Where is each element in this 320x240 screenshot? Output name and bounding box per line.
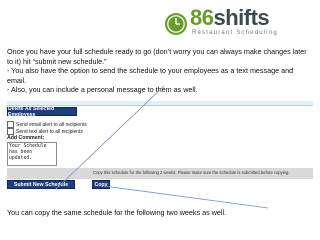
brand-tagline: Restaurant Scheduling: [192, 30, 278, 36]
footer-note: You can copy the same schedule for the f…: [7, 208, 227, 217]
comment-label: Add Comment:: [7, 135, 45, 141]
text-alert-label: Send text alert to all recipients: [16, 128, 83, 135]
instruction-line: Once you have your full schedule ready t…: [7, 47, 307, 66]
email-alert-option[interactable]: Send email alert to all recipients: [7, 121, 87, 128]
delete-selected-employees-button[interactable]: Delete All Selected Employees: [7, 106, 77, 118]
email-alert-label: Send email alert to all recipients: [16, 121, 87, 128]
brand-number: 86: [190, 5, 214, 30]
comment-textarea[interactable]: Your Schedule has been updated.: [7, 142, 57, 166]
instruction-line: - You also have the option to send the s…: [7, 66, 294, 85]
checkbox-icon[interactable]: [7, 128, 14, 135]
text-alert-option[interactable]: Send text alert to all recipients: [7, 128, 83, 135]
instruction-line: - Also, you can include a personal messa…: [7, 85, 198, 95]
instructions-text: Once you have your full schedule ready t…: [7, 47, 313, 95]
brand-name: 86shifts: [190, 5, 270, 31]
brand-word: shifts: [213, 5, 270, 30]
schedule-panel: Delete All Selected Employees Send email…: [7, 101, 313, 203]
copy-note: Copy this schedule for the following 2 w…: [93, 170, 290, 175]
copy-button[interactable]: Copy: [92, 180, 110, 189]
clock-icon: [165, 13, 187, 35]
submit-new-schedule-button[interactable]: Submit New Schedule: [7, 180, 75, 189]
checkbox-icon[interactable]: [7, 121, 14, 128]
logo: 86shifts Restaurant Scheduling: [164, 5, 277, 40]
